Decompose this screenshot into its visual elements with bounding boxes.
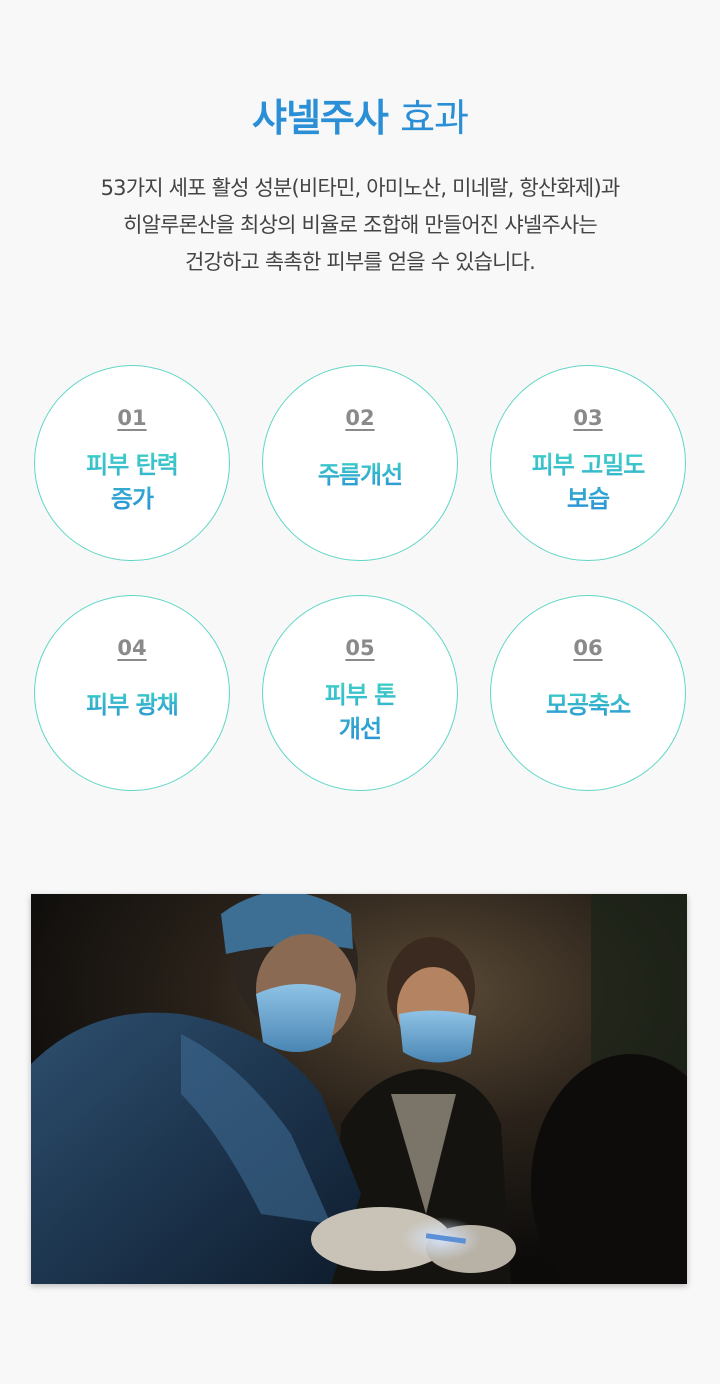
effect-number: 04	[117, 636, 147, 660]
effect-number: 01	[117, 406, 147, 430]
effect-circle-04: 04 피부 광채	[34, 595, 230, 791]
effect-label-line: 피부 탄력	[86, 451, 178, 479]
effect-label: 피부 광채	[35, 688, 229, 722]
section-title: 샤넬주사 효과	[0, 92, 720, 144]
procedure-photo-illustration	[31, 894, 687, 1284]
effect-number: 05	[345, 636, 375, 660]
effect-label: 피부 톤 개선	[263, 678, 457, 746]
chanel-injection-effects-section: 샤넬주사 효과 53가지 세포 활성 성분(비타민, 아미노산, 미네랄, 항산…	[0, 0, 720, 1384]
effect-label-line: 보습	[566, 485, 610, 513]
effect-label-line: 피부 톤	[324, 681, 396, 709]
effect-label-line: 모공축소	[545, 691, 631, 719]
description-line: 히알루론산을 최상의 비율로 조합해 만들어진 샤넬주사는	[123, 213, 598, 237]
effect-label-line: 피부 광채	[86, 691, 178, 719]
effect-label: 피부 고밀도 보습	[491, 448, 685, 516]
effect-circle-02: 02 주름개선	[262, 365, 458, 561]
effect-label-line: 증가	[110, 485, 154, 513]
section-description: 53가지 세포 활성 성분(비타민, 아미노산, 미네랄, 항산화제)과 히알루…	[40, 170, 680, 281]
effect-label-line: 피부 고밀도	[531, 451, 645, 479]
effect-circle-01: 01 피부 탄력 증가	[34, 365, 230, 561]
effect-label-line: 개선	[338, 715, 382, 743]
effect-number: 02	[345, 406, 375, 430]
title-light: 효과	[400, 96, 469, 140]
title-strong: 샤넬주사	[252, 96, 389, 140]
description-line: 건강하고 촉촉한 피부를 얻을 수 있습니다.	[184, 250, 536, 274]
effect-number: 03	[573, 406, 603, 430]
description-line: 53가지 세포 활성 성분(비타민, 아미노산, 미네랄, 항산화제)과	[100, 176, 621, 200]
effect-label: 주름개선	[263, 458, 457, 492]
effect-circle-06: 06 모공축소	[490, 595, 686, 791]
procedure-photo	[31, 894, 687, 1284]
effect-label: 피부 탄력 증가	[35, 448, 229, 516]
effect-number: 06	[573, 636, 603, 660]
effect-circle-03: 03 피부 고밀도 보습	[490, 365, 686, 561]
effect-label: 모공축소	[491, 688, 685, 722]
effect-label-line: 주름개선	[317, 461, 403, 489]
effect-circle-05: 05 피부 톤 개선	[262, 595, 458, 791]
